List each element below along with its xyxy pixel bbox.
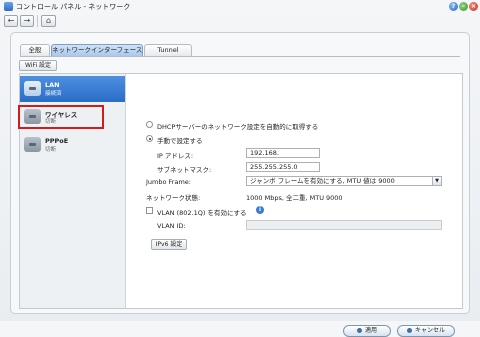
jumbo-frame-value: ジャンボ フレームを有効にする, MTU 値は 9000	[250, 177, 395, 185]
tab-underline	[20, 56, 460, 57]
network-panel: 全般 ネットワークインターフェース Tunnel WiFi 設定 LAN 接続済…	[10, 32, 470, 337]
subnet-mask-label: サブネットマスク:	[157, 166, 212, 174]
apply-label: 適用	[364, 327, 377, 334]
cancel-label: キャンセル	[414, 327, 445, 334]
wifi-settings-button[interactable]: WiFi 設定	[19, 60, 57, 71]
network-status-value: 1000 Mbps, 全二重, MTU 9000	[246, 194, 343, 202]
tab-general[interactable]: 全般	[20, 44, 50, 56]
ip-address-label: IP アドレス:	[157, 152, 194, 160]
sidebar-item-title: PPPoE	[45, 137, 69, 145]
jumbo-frame-select[interactable]: ジャンボ フレームを有効にする, MTU 値は 9000 ▼	[246, 176, 442, 186]
sidebar-item-lan[interactable]: LAN 接続済	[20, 76, 125, 102]
manual-radio[interactable]	[146, 135, 153, 142]
network-status-label: ネットワーク状態:	[146, 194, 201, 202]
jumbo-frame-label: Jumbo Frame:	[146, 178, 191, 186]
home-icon[interactable]: ⌂	[41, 15, 56, 27]
lan-icon	[24, 81, 41, 96]
forward-arrow-icon[interactable]: →	[20, 15, 34, 27]
network-icon	[4, 2, 13, 11]
apply-icon	[356, 327, 362, 333]
sidebar-item-status: 切断	[45, 147, 57, 153]
tab-network-interface[interactable]: ネットワークインターフェース	[51, 44, 143, 56]
info-icon[interactable]: i	[256, 206, 264, 214]
chevron-down-icon[interactable]: ▼	[432, 177, 441, 185]
sidebar-item-title: LAN	[45, 81, 60, 89]
ip-address-field[interactable]: 192.168.	[246, 148, 320, 158]
dhcp-label: DHCPサーバーのネットワーク設定を自動的に取得する	[157, 123, 319, 131]
minimize-icon[interactable]: –	[459, 2, 468, 11]
dhcp-radio[interactable]	[146, 121, 153, 128]
close-icon[interactable]: ×	[469, 2, 478, 11]
ipv6-settings-button[interactable]: IPv6 設定	[151, 239, 187, 250]
pppoe-icon	[24, 137, 41, 152]
highlight-box	[18, 105, 104, 129]
title-bar: コントロール パネル - ネットワーク ? – ×	[0, 0, 480, 13]
sidebar-item-pppoe[interactable]: PPPoE 切断	[20, 132, 125, 158]
tab-tunnel[interactable]: Tunnel	[144, 44, 192, 56]
back-arrow-icon[interactable]: ←	[4, 15, 18, 27]
vlan-label: VLAN (802.1Q) を有効にする	[157, 209, 247, 217]
vlan-id-label: VLAN ID:	[157, 222, 186, 230]
window-title: コントロール パネル - ネットワーク	[16, 3, 131, 11]
vlan-checkbox[interactable]	[146, 207, 153, 214]
cancel-icon	[406, 327, 412, 333]
sidebar-item-status: 接続済	[45, 91, 62, 97]
cancel-button[interactable]: キャンセル	[397, 325, 455, 337]
manual-label: 手動で設定する	[157, 137, 203, 145]
vlan-id-field[interactable]	[246, 220, 442, 230]
nav-divider	[37, 15, 38, 27]
help-icon[interactable]: ?	[449, 2, 458, 11]
apply-button[interactable]: 適用	[343, 325, 391, 337]
subnet-mask-field[interactable]: 255.255.255.0	[246, 162, 320, 172]
